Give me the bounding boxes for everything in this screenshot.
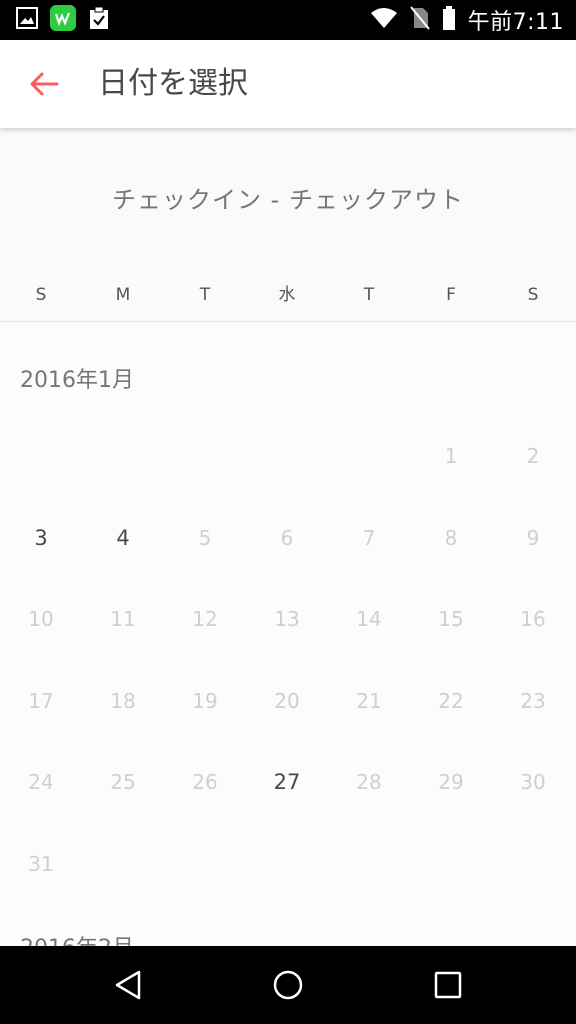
image-icon: [16, 7, 38, 33]
day-cell: 14: [356, 607, 382, 632]
day-cell: 19: [192, 688, 218, 713]
status-right-icons: 午前7:11: [370, 0, 564, 40]
day-cell: 28: [356, 770, 382, 795]
day-cell: 23: [520, 688, 546, 713]
day-cell: 9: [526, 525, 540, 550]
back-button[interactable]: [22, 64, 66, 104]
weekday-label: S: [527, 285, 539, 305]
day-cell: 17: [28, 688, 54, 713]
weekday-row: S M T 水 T F S: [0, 280, 576, 310]
week-row: 10 11 12 13 14 15 16: [0, 579, 576, 661]
empty-day-cell: [492, 824, 574, 906]
day-cell: 16: [520, 607, 546, 632]
date-range-label: チェックイン - チェックアウト: [112, 186, 464, 214]
nav-back-button[interactable]: [108, 965, 148, 1005]
day-cell: 30: [520, 770, 546, 795]
weekday-label: M: [115, 285, 131, 305]
day-cell: 7: [362, 525, 376, 550]
status-time: 午前7:11: [467, 10, 564, 35]
nav-recents-button[interactable]: [428, 965, 468, 1005]
week-row: 34 5 6 7 8 9: [0, 498, 576, 580]
day-cell: 15: [438, 607, 464, 632]
day-cell: 21: [356, 688, 382, 713]
day-cell: 18: [110, 688, 136, 713]
empty-day-cell: [0, 416, 82, 498]
week-row: 24 25 26 27 28 29 30: [0, 742, 576, 824]
week-row: 12: [0, 416, 576, 498]
empty-day-cell: [410, 824, 492, 906]
day-cell[interactable]: 27: [246, 742, 328, 824]
nav-home-button[interactable]: [268, 965, 308, 1005]
no-sim-icon: [409, 6, 430, 34]
day-cell: 6: [280, 525, 294, 550]
arrow-left-icon: [30, 72, 59, 96]
weekday-label: F: [446, 285, 456, 305]
day-cell[interactable]: 3: [0, 498, 82, 580]
status-left-icons: [16, 5, 110, 35]
wifi-icon: [370, 7, 398, 33]
navigation-bar: [0, 946, 576, 1024]
day-cell: 25: [110, 770, 136, 795]
empty-day-cell: [82, 824, 164, 906]
day-cell[interactable]: 4: [82, 498, 164, 580]
clipboard-check-icon: [88, 6, 110, 34]
week-row: 31: [0, 824, 576, 906]
day-cell: 2: [526, 444, 540, 468]
status-bar: 午前7:11: [0, 0, 576, 40]
weekday-label: 水: [278, 285, 296, 305]
empty-day-cell: [82, 416, 164, 498]
day-cell: 12: [192, 607, 218, 632]
day-cell: 11: [110, 607, 136, 632]
calendar-scroll[interactable]: 2016年1月 1 2 3 4 5 6 7 8 9 10 11 12 13 14 15 16 17 18 19 20 2…: [0, 322, 576, 946]
circle-home-icon: [273, 970, 303, 1000]
day-cell: 10: [28, 607, 54, 632]
weekday-label: T: [199, 285, 211, 305]
day-cell: 8: [444, 525, 458, 550]
square-recents-icon: [434, 971, 462, 999]
weekday-label: T: [363, 285, 375, 305]
day-cell: 29: [438, 770, 464, 795]
month-title: 2016年2月: [20, 930, 134, 946]
week-row: 17 18 19 20 21 22 23: [0, 661, 576, 743]
battery-icon: [442, 6, 456, 34]
empty-day-cell: [164, 416, 246, 498]
empty-day-cell: [246, 416, 328, 498]
empty-day-cell: [246, 824, 328, 906]
line-app-icon: [50, 5, 76, 35]
month-title: 2016年1月: [20, 368, 134, 393]
empty-day-cell: [328, 416, 410, 498]
day-cell: 5: [198, 525, 212, 550]
page-title: 日付を選択: [98, 66, 248, 101]
day-cell: 22: [438, 688, 464, 713]
day-cell: 1: [444, 444, 458, 468]
empty-day-cell: [164, 824, 246, 906]
app-bar: 日付を選択: [0, 40, 576, 128]
weekday-label: S: [35, 285, 47, 305]
day-cell: 26: [192, 770, 218, 795]
day-cell: 20: [274, 688, 300, 713]
triangle-back-icon: [115, 970, 141, 1000]
day-grid: 1 2 3 4 5 6 7 8 9 10 11 12 13 14 15 16 17 18 19 20 21 22 23 24 2…: [0, 416, 576, 906]
day-cell: 24: [28, 770, 54, 795]
empty-day-cell: [328, 824, 410, 906]
day-cell: 13: [274, 607, 300, 632]
calendar-header: チェックイン - チェックアウト S M T 水 T F S: [0, 128, 576, 322]
day-cell: 31: [28, 851, 54, 876]
